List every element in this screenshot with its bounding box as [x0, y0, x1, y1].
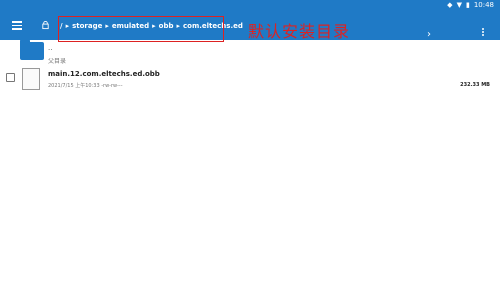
file-meta: 2021/7/15 上午10:33 -rw-rw---: [48, 83, 123, 89]
file-size: 232.33 MB: [460, 82, 490, 88]
breadcrumb-underline: [62, 46, 418, 47]
chevron-right-icon[interactable]: ›: [427, 29, 431, 40]
parent-dir-dots[interactable]: ..: [48, 44, 52, 52]
file-icon[interactable]: [22, 68, 40, 90]
more-options-icon[interactable]: [482, 27, 485, 39]
status-time: 10:48: [473, 1, 494, 9]
menu-icon[interactable]: [12, 19, 22, 31]
status-bar: ◆ ▼ ▮ 10:48: [0, 0, 500, 10]
folder-icon[interactable]: [20, 39, 44, 60]
signal-icon: ◆: [447, 1, 453, 9]
lock-icon[interactable]: [41, 20, 50, 30]
parent-dir-label[interactable]: 父目录: [48, 56, 66, 65]
battery-icon: ▮: [465, 1, 470, 9]
file-checkbox[interactable]: [6, 73, 15, 82]
annotation-box: [58, 16, 224, 42]
wifi-icon: ▼: [456, 1, 462, 9]
annotation-text: 默认安装目录: [248, 22, 351, 41]
status-right: ◆ ▼ ▮ 10:48: [447, 0, 494, 10]
file-name[interactable]: main.12.com.eltechs.ed.obb: [48, 70, 160, 78]
